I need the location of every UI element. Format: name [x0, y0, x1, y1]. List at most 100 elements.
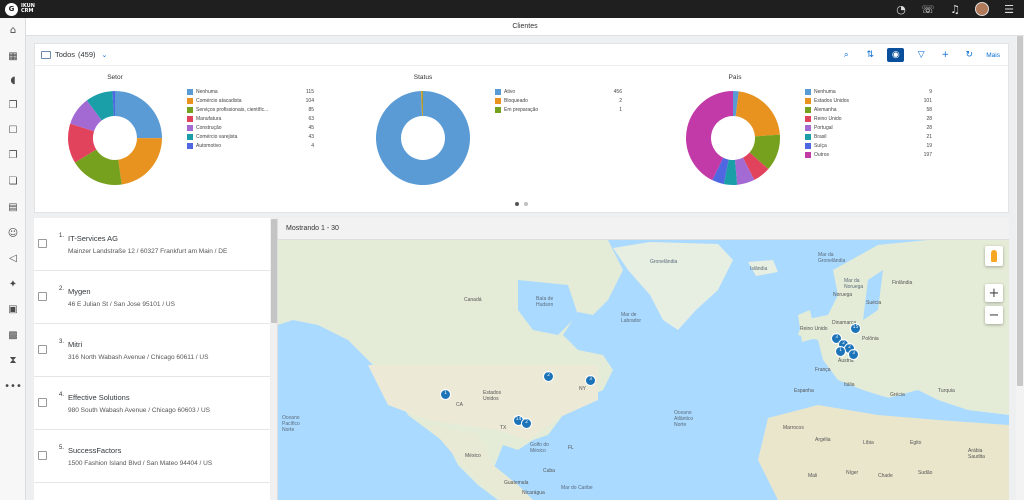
legend-item[interactable]: Outros 197 — [805, 150, 932, 159]
person-icon[interactable]: ☺ — [6, 226, 20, 240]
setor-slice[interactable] — [118, 138, 162, 185]
refresh-icon[interactable]: ↻ — [962, 48, 976, 62]
task-icon[interactable]: ☐ — [6, 123, 20, 137]
legend-item[interactable]: Comércio atacadista 104 — [187, 96, 314, 105]
add-icon[interactable]: + — [938, 48, 952, 62]
legend-item[interactable]: Manufatura 63 — [187, 114, 314, 123]
map-pin[interactable]: 1 — [440, 389, 451, 400]
map-label: Canadá — [464, 297, 482, 303]
list-item[interactable]: 5. SuccessFactors 1500 Fashion Island Bl… — [34, 430, 270, 483]
legend-item[interactable]: Em preparação 1 — [495, 105, 622, 114]
megaphone-icon[interactable]: ◁ — [6, 251, 20, 265]
status-legend: Ativo 456 Bloqueado 2 Em preparação 1 — [495, 87, 622, 114]
customer-name[interactable]: Mygen — [68, 287, 91, 296]
legend-item[interactable]: Alemanha 58 — [805, 105, 932, 114]
app-logo[interactable]: G IKUN CRM — [5, 2, 35, 16]
clock-icon[interactable]: ◔ — [894, 2, 908, 16]
search-icon[interactable]: ⌕ — [839, 48, 853, 62]
legend-item[interactable]: Brasil 21 — [805, 132, 932, 141]
list-item[interactable]: 1. IT-Services AG Mainzer Landstraße 12 … — [34, 218, 270, 271]
legend-item[interactable]: Suíça 19 — [805, 141, 932, 150]
row-checkbox[interactable] — [38, 451, 47, 460]
chat-icon[interactable]: ☏ — [921, 2, 935, 16]
row-checkbox[interactable] — [38, 345, 47, 354]
legend-swatch — [187, 97, 193, 104]
documents-icon[interactable]: ❐ — [6, 98, 20, 112]
id-card-icon[interactable]: ▤ — [6, 200, 20, 214]
scrollbar-thumb[interactable] — [271, 219, 277, 323]
customer-address: 1500 Fashion Island Blvd / San Mateo 944… — [68, 460, 213, 467]
map-label: Mar de Labrador — [621, 312, 642, 324]
more-icon[interactable]: ••• — [4, 379, 22, 393]
filter-icon[interactable]: ▽ — [914, 48, 928, 62]
map-label: NY — [579, 386, 586, 392]
legend-item[interactable]: Estados Unidos 101 — [805, 96, 932, 105]
clipboard-icon[interactable]: ▣ — [6, 302, 20, 316]
legend-item[interactable]: Bloqueado 2 — [495, 96, 622, 105]
grid-icon[interactable]: ▩ — [6, 328, 20, 342]
legend-item[interactable]: Serviços profissionais, científic... 85 — [187, 105, 314, 114]
legend-item[interactable]: Portugal 28 — [805, 123, 932, 132]
customer-address: Mainzer Landstraße 12 / 60327 Frankfurt … — [68, 248, 228, 255]
calendar-icon[interactable]: ▦ — [6, 49, 20, 63]
legend-item[interactable]: Automotivo 4 — [187, 141, 314, 150]
map-pin[interactable]: 3 — [585, 375, 596, 386]
legend-value: 58 — [926, 106, 932, 113]
files-icon[interactable]: ❏ — [6, 174, 20, 188]
chevron-down-icon[interactable]: ⌄ — [102, 51, 108, 59]
customer-map[interactable]: Gronelândia Islândia Canadá Baía de Huds… — [278, 240, 1009, 500]
pais-slice[interactable] — [735, 91, 780, 137]
home-icon[interactable]: ⌂ — [6, 23, 20, 37]
avatar[interactable] — [975, 2, 989, 16]
zoom-out-button[interactable]: − — [985, 306, 1003, 324]
legend-item[interactable]: Nenhuma 115 — [187, 87, 314, 96]
map-pin[interactable]: 2 — [521, 418, 532, 429]
scrollbar-thumb[interactable] — [1017, 36, 1023, 386]
customer-name[interactable]: SuccessFactors — [68, 446, 121, 455]
copy-icon[interactable]: ❐ — [6, 148, 20, 162]
row-checkbox[interactable] — [38, 239, 47, 248]
legend-item[interactable]: Ativo 456 — [495, 87, 622, 96]
legend-swatch — [187, 115, 193, 122]
filter-label[interactable]: Todos — [55, 50, 75, 59]
legend-item[interactable]: Construção 45 — [187, 123, 314, 132]
list-item[interactable]: 2. Mygen 46 E Julian St / San Jose 95101… — [34, 271, 270, 324]
team-icon[interactable]: ✦ — [6, 277, 20, 291]
customer-name[interactable]: Effective Solutions — [68, 393, 130, 402]
map-pin[interactable]: 2 — [543, 371, 554, 382]
legend-label: Reino Unido — [814, 115, 842, 122]
legend-value: 21 — [926, 133, 932, 140]
list-scrollbar[interactable] — [270, 218, 277, 500]
feed-icon[interactable]: ◖ — [6, 73, 20, 87]
list-item[interactable]: 4. Effective Solutions 980 South Wabash … — [34, 377, 270, 430]
setor-slice[interactable] — [115, 91, 162, 139]
legend-item[interactable]: Comércio varejista 43 — [187, 132, 314, 141]
map-land — [278, 240, 1009, 500]
zoom-in-button[interactable]: + — [985, 284, 1003, 302]
sort-icon[interactable]: ⇅ — [863, 48, 877, 62]
customer-name[interactable]: IT-Services AG — [68, 234, 118, 243]
bell-icon[interactable]: ♫ — [948, 2, 962, 16]
map-view-icon[interactable]: ◉ — [887, 48, 905, 62]
hourglass-icon[interactable]: ⧗ — [6, 353, 20, 367]
menu-icon[interactable]: ☰ — [1002, 2, 1016, 16]
carousel-dot[interactable] — [515, 202, 519, 206]
row-checkbox[interactable] — [38, 292, 47, 301]
list-item[interactable]: 3. Mitri 316 North Wabash Avenue / Chica… — [34, 324, 270, 377]
map-pin[interactable]: 3 — [848, 349, 859, 360]
street-view-pegman-icon[interactable] — [985, 246, 1003, 266]
map-label: França — [815, 367, 831, 373]
map-label: Mar do Caribe — [561, 485, 593, 491]
map-label: Suécia — [866, 300, 882, 306]
customer-address: 980 South Wabash Avenue / Chicago 60603 … — [68, 407, 211, 414]
carousel-dot[interactable] — [524, 202, 528, 206]
map-pin[interactable]: 1 — [835, 346, 846, 357]
customer-name[interactable]: Mitri — [68, 340, 82, 349]
row-checkbox[interactable] — [38, 398, 47, 407]
more-button[interactable]: Mais — [986, 52, 1000, 59]
side-navigation: ⌂ ▦ ◖ ❐ ☐ ❐ ❏ ▤ ☺ ◁ ✦ ▣ ▩ ⧗ ••• — [0, 18, 26, 500]
legend-item[interactable]: Nenhuma 9 — [805, 87, 932, 96]
legend-item[interactable]: Reino Unido 28 — [805, 114, 932, 123]
page-scrollbar[interactable] — [1016, 36, 1024, 500]
map-pin[interactable]: 15 — [850, 323, 861, 334]
